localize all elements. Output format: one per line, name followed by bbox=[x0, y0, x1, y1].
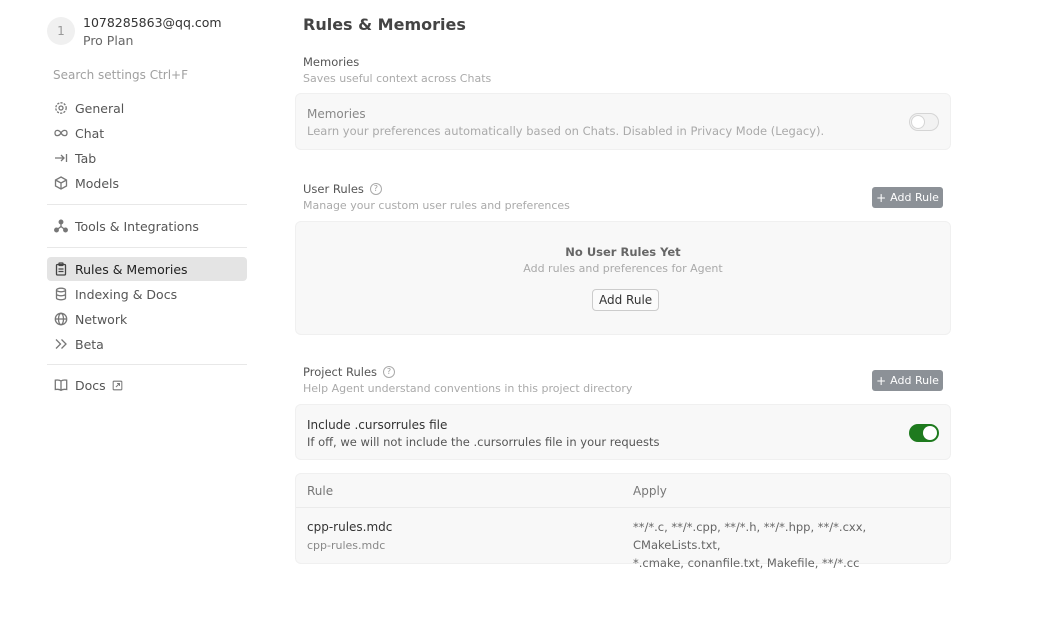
sidebar-divider bbox=[47, 247, 247, 248]
sidebar-item-label: Chat bbox=[75, 125, 105, 141]
cursorrules-desc: If off, we will not include the .cursorr… bbox=[307, 435, 660, 449]
database-icon bbox=[53, 287, 68, 302]
add-user-rule-button[interactable]: + Add Rule bbox=[872, 187, 943, 208]
avatar[interactable]: 1 bbox=[47, 17, 75, 45]
sidebar-divider bbox=[47, 204, 247, 205]
cursorrules-title: Include .cursorrules file bbox=[307, 418, 448, 432]
project-rules-section-desc: Help Agent understand conventions in thi… bbox=[303, 382, 633, 395]
double-chevron-right-icon bbox=[53, 337, 68, 352]
rule-file: cpp-rules.mdc bbox=[307, 539, 386, 552]
arrow-to-line-icon bbox=[53, 151, 68, 166]
cursorrules-card: Include .cursorrules file If off, we wil… bbox=[295, 404, 951, 460]
sidebar-item-indexing[interactable]: Indexing & Docs bbox=[47, 282, 247, 306]
rule-name: cpp-rules.mdc bbox=[307, 520, 393, 534]
sidebar-item-chat[interactable]: Chat bbox=[47, 121, 247, 145]
sidebar-item-tools[interactable]: Tools & Integrations bbox=[47, 214, 247, 238]
empty-state-desc: Add rules and preferences for Agent bbox=[523, 262, 723, 275]
clipboard-icon bbox=[53, 262, 68, 277]
sidebar-item-tab[interactable]: Tab bbox=[47, 146, 247, 170]
sidebar-item-label: Indexing & Docs bbox=[75, 286, 178, 302]
sidebar-item-models[interactable]: Models bbox=[47, 171, 247, 195]
column-header-rule: Rule bbox=[307, 484, 334, 498]
sidebar-item-general[interactable]: General bbox=[47, 96, 247, 120]
sidebar-item-label: Docs bbox=[75, 377, 106, 393]
user-rules-section-title: User Rules ? bbox=[303, 182, 382, 196]
user-plan: Pro Plan bbox=[83, 33, 134, 48]
toggle-knob bbox=[923, 426, 937, 440]
project-rules-table: Rule Apply cpp-rules.mdc cpp-rules.mdc *… bbox=[295, 473, 951, 570]
user-rules-empty-card: No User Rules Yet Add rules and preferen… bbox=[295, 221, 951, 335]
tools-icon bbox=[53, 219, 68, 234]
empty-state-title: No User Rules Yet bbox=[565, 245, 681, 259]
search-settings-input[interactable] bbox=[47, 63, 247, 87]
sidebar-item-network[interactable]: Network bbox=[47, 307, 247, 331]
memories-section-title: Memories bbox=[303, 55, 360, 69]
sidebar-item-label: Models bbox=[75, 175, 120, 191]
sidebar-item-label: General bbox=[75, 100, 125, 116]
memories-toggle[interactable] bbox=[909, 113, 939, 131]
add-rule-button[interactable]: Add Rule bbox=[592, 289, 660, 311]
page-title: Rules & Memories bbox=[303, 15, 466, 34]
infinity-icon bbox=[53, 126, 68, 141]
cursorrules-toggle[interactable] bbox=[909, 424, 939, 442]
user-rules-section-desc: Manage your custom user rules and prefer… bbox=[303, 199, 570, 212]
help-icon[interactable]: ? bbox=[369, 183, 382, 195]
book-icon bbox=[53, 378, 68, 393]
sidebar-item-label: Network bbox=[75, 311, 128, 327]
plus-icon: + bbox=[876, 190, 887, 205]
sidebar-item-label: Beta bbox=[75, 336, 104, 352]
cube-icon bbox=[53, 176, 68, 191]
rule-apply-patterns: **/*.c, **/*.cpp, **/*.h, **/*.hpp, **/*… bbox=[633, 520, 867, 570]
user-email: 1078285863@qq.com bbox=[83, 15, 222, 30]
sidebar-item-docs[interactable]: Docs bbox=[47, 373, 247, 397]
sidebar-item-label: Tab bbox=[75, 150, 97, 166]
column-header-apply: Apply bbox=[633, 484, 667, 498]
sidebar-item-label: Rules & Memories bbox=[75, 261, 188, 277]
gear-icon bbox=[53, 101, 68, 116]
sidebar-item-beta[interactable]: Beta bbox=[47, 332, 247, 356]
globe-icon bbox=[53, 312, 68, 327]
plus-icon: + bbox=[876, 373, 887, 388]
sidebar-item-label: Tools & Integrations bbox=[75, 218, 199, 234]
sidebar-divider bbox=[47, 364, 247, 365]
memories-card: Memories Learn your preferences automati… bbox=[295, 93, 951, 150]
memories-section-desc: Saves useful context across Chats bbox=[303, 72, 492, 85]
project-rules-section-title: Project Rules ? bbox=[303, 365, 396, 379]
external-link-icon bbox=[112, 380, 123, 391]
help-icon[interactable]: ? bbox=[383, 366, 396, 378]
sidebar-item-rules-memories[interactable]: Rules & Memories bbox=[47, 257, 247, 281]
memories-card-desc: Learn your preferences automatically bas… bbox=[307, 124, 825, 138]
memories-card-title: Memories bbox=[307, 107, 366, 121]
add-project-rule-button[interactable]: + Add Rule bbox=[872, 370, 943, 391]
table-row[interactable]: cpp-rules.mdc cpp-rules.mdc **/*.c, **/*… bbox=[296, 508, 950, 570]
toggle-knob bbox=[911, 115, 925, 129]
